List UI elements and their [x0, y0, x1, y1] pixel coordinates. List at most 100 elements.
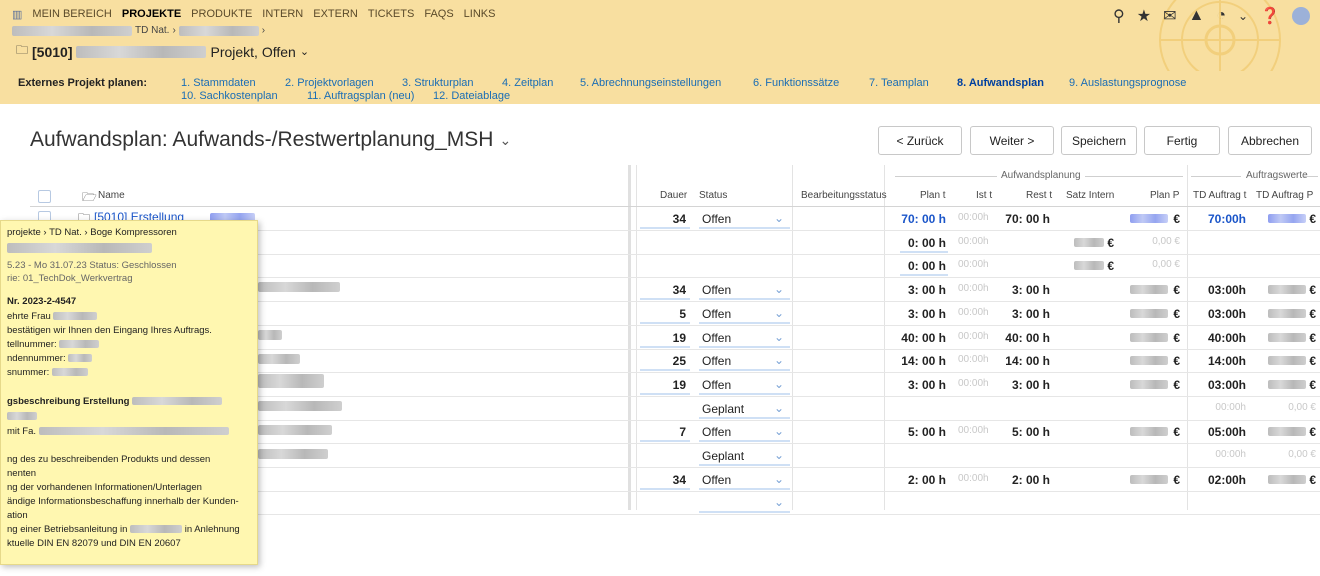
- duration-value[interactable]: 19: [640, 331, 686, 345]
- header-rest-t[interactable]: Rest t: [1026, 190, 1052, 201]
- cancel-button[interactable]: Abbrechen: [1228, 126, 1312, 155]
- header-status[interactable]: Status: [699, 190, 727, 201]
- header-satz-intern[interactable]: Satz Intern: [1066, 190, 1114, 201]
- status-value[interactable]: Offen: [702, 473, 731, 487]
- nav-intern[interactable]: INTERN: [262, 8, 303, 21]
- ist-t-value: 00:00h: [958, 212, 989, 223]
- plan-t-value[interactable]: 5: 00 h: [880, 425, 946, 439]
- plan-t-value[interactable]: 3: 00 h: [880, 283, 946, 297]
- chevron-down-icon[interactable]: ⌄: [774, 448, 784, 462]
- timer-icon[interactable]: ◔: [1216, 7, 1226, 25]
- header-plan-t[interactable]: Plan t: [920, 190, 946, 201]
- breadcrumb-redacted-2[interactable]: [178, 25, 259, 36]
- redacted-value: [1268, 309, 1306, 318]
- project-id: [5010]: [32, 43, 73, 60]
- redacted-value: [1268, 380, 1306, 389]
- nav-produkte[interactable]: PRODUKTE: [191, 8, 252, 21]
- step-zeitplan[interactable]: 4. Zeitplan: [502, 77, 553, 89]
- chevron-down-icon[interactable]: ⌄: [774, 495, 784, 509]
- next-button[interactable]: Weiter >: [970, 126, 1054, 155]
- header-ist-t[interactable]: Ist t: [976, 190, 992, 201]
- nav-links[interactable]: LINKS: [464, 8, 496, 21]
- nav-mein-bereich[interactable]: MEIN BEREICH: [32, 8, 111, 21]
- plan-t-value[interactable]: 0: 00 h: [880, 259, 946, 273]
- duration-value[interactable]: 19: [640, 378, 686, 392]
- plan-t-value[interactable]: 70: 00 h: [880, 212, 946, 226]
- nav-faqs[interactable]: FAQS: [424, 8, 453, 21]
- duration-value[interactable]: 25: [640, 354, 686, 368]
- chevron-down-icon[interactable]: ⌄: [774, 472, 784, 486]
- bell-icon[interactable]: ▲: [1189, 7, 1205, 25]
- nav-projekte[interactable]: PROJEKTE: [122, 8, 181, 21]
- status-value[interactable]: Offen: [702, 283, 731, 297]
- nav-extern[interactable]: EXTERN: [313, 8, 358, 21]
- chevron-down-icon[interactable]: ⌄: [774, 282, 784, 296]
- duration-value[interactable]: 34: [640, 473, 686, 487]
- header-td-auftrag-p[interactable]: TD Auftrag P: [1256, 190, 1313, 201]
- step-stammdaten[interactable]: 1. Stammdaten: [181, 77, 256, 89]
- step-strukturplan[interactable]: 3. Strukturplan: [402, 77, 474, 89]
- status-value[interactable]: Offen: [702, 378, 731, 392]
- star-icon[interactable]: ★: [1137, 6, 1151, 26]
- plan-t-value[interactable]: 3: 00 h: [880, 307, 946, 321]
- header-bearbeitungsstatus[interactable]: Bearbeitungsstatus: [801, 190, 887, 201]
- duration-value[interactable]: 34: [640, 283, 686, 297]
- done-button[interactable]: Fertig: [1144, 126, 1220, 155]
- status-value[interactable]: Offen: [702, 331, 731, 345]
- chevron-down-icon[interactable]: ⌄: [774, 353, 784, 367]
- step-projektvorlagen[interactable]: 2. Projektvorlagen: [285, 77, 374, 89]
- plan-t-value[interactable]: 40: 00 h: [880, 331, 946, 345]
- plan-p-value: €: [1173, 331, 1180, 345]
- redacted-value: [1268, 333, 1306, 342]
- search-icon[interactable]: ⚲: [1113, 6, 1125, 26]
- avatar[interactable]: [1292, 7, 1310, 25]
- step-auslastungsprognose[interactable]: 9. Auslastungsprognose: [1069, 77, 1186, 89]
- project-title[interactable]: 🗀 [5010] Projekt, Offen ⌄: [16, 41, 309, 62]
- chevron-down-icon[interactable]: ⌄: [774, 211, 784, 225]
- step-teamplan[interactable]: 7. Teamplan: [869, 77, 929, 89]
- chevron-down-icon[interactable]: ⌄: [774, 377, 784, 391]
- status-value[interactable]: Offen: [702, 354, 731, 368]
- tooltip-line: tellnummer:: [7, 339, 100, 350]
- plan-t-value[interactable]: 0: 00 h: [880, 236, 946, 250]
- step-sachkostenplan[interactable]: 10. Sachkostenplan: [181, 90, 278, 102]
- header-plan-p[interactable]: Plan P: [1150, 190, 1179, 201]
- plan-t-value[interactable]: 14: 00 h: [880, 354, 946, 368]
- chevron-down-icon[interactable]: ⌄: [774, 330, 784, 344]
- plan-t-value[interactable]: 2: 00 h: [880, 473, 946, 487]
- tooltip-line: snummer:: [7, 367, 88, 378]
- step-dateiablage[interactable]: 12. Dateiablage: [433, 90, 510, 102]
- rest-t-value: 3: 00 h: [1011, 283, 1050, 297]
- step-auftragsplan[interactable]: 11. Auftragsplan (neu): [307, 90, 414, 102]
- help-icon[interactable]: ❓: [1260, 6, 1280, 26]
- status-value[interactable]: Geplant: [702, 402, 744, 416]
- select-all-checkbox[interactable]: [38, 190, 51, 203]
- duration-value[interactable]: 5: [640, 307, 686, 321]
- step-aufwandsplan[interactable]: 8. Aufwandsplan: [957, 77, 1044, 89]
- save-button[interactable]: Speichern: [1061, 126, 1137, 155]
- header-name[interactable]: Name: [98, 190, 125, 201]
- chevron-down-icon[interactable]: ⌄: [1238, 9, 1248, 23]
- chevron-down-icon[interactable]: ⌄: [774, 424, 784, 438]
- header-td-auftrag-t[interactable]: TD Auftrag t: [1193, 190, 1246, 201]
- plan-t-value[interactable]: 3: 00 h: [880, 378, 946, 392]
- nav-tickets[interactable]: TICKETS: [368, 8, 414, 21]
- duration-value[interactable]: 34: [640, 212, 686, 226]
- chevron-down-icon[interactable]: ⌄: [774, 306, 784, 320]
- step-abrechnung[interactable]: 5. Abrechnungseinstellungen: [580, 77, 721, 89]
- status-value[interactable]: Offen: [702, 425, 731, 439]
- chevron-down-icon[interactable]: ⌄: [774, 401, 784, 415]
- breadcrumb-td-nat[interactable]: TD Nat.: [135, 25, 169, 36]
- header-dauer[interactable]: Dauer: [660, 190, 687, 201]
- page-title[interactable]: Aufwandsplan: Aufwands-/Restwertplanung_…: [30, 128, 511, 152]
- mail-icon[interactable]: ✉: [1163, 6, 1176, 26]
- redacted-text: [258, 282, 340, 292]
- back-button[interactable]: < Zurück: [878, 126, 962, 155]
- duration-value[interactable]: 7: [640, 425, 686, 439]
- breadcrumb-redacted[interactable]: [12, 25, 132, 36]
- status-value[interactable]: Offen: [702, 212, 731, 226]
- status-value[interactable]: Offen: [702, 307, 731, 321]
- status-value[interactable]: Geplant: [702, 449, 744, 463]
- redacted-value: [1130, 356, 1168, 365]
- step-funktionssaetze[interactable]: 6. Funktionssätze: [753, 77, 839, 89]
